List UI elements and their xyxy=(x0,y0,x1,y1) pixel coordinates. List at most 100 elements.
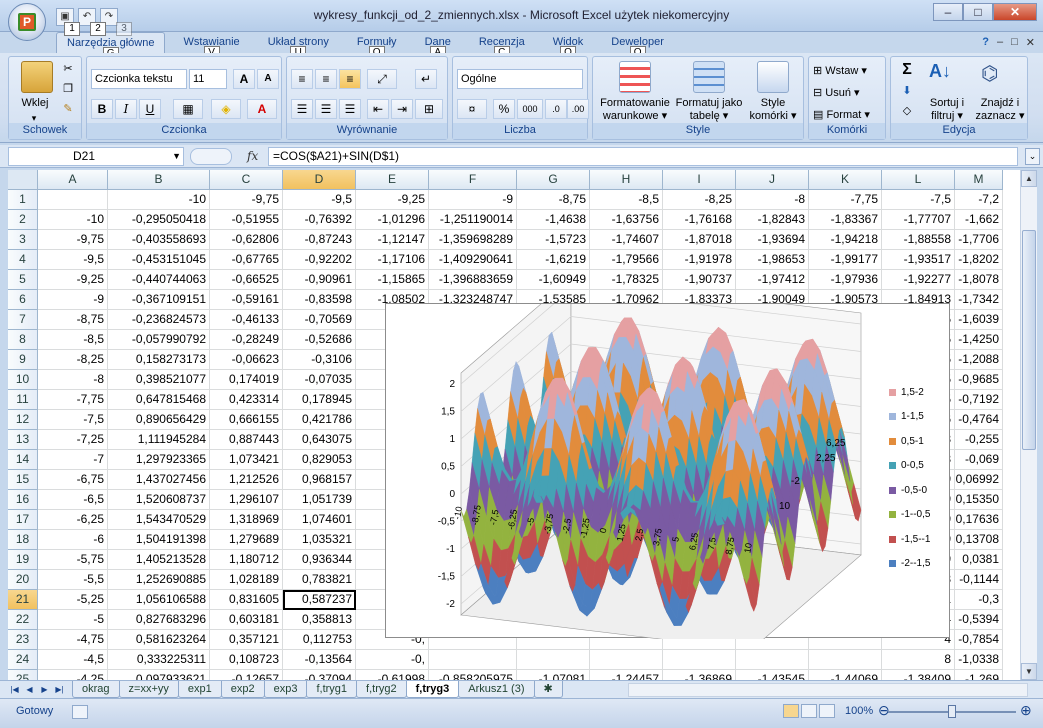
cell-K1[interactable]: -7,75 xyxy=(809,190,882,210)
cell-B22[interactable]: 0,827683296 xyxy=(108,610,210,630)
first-sheet-icon[interactable]: |◀ xyxy=(8,683,21,696)
column-header-C[interactable]: C xyxy=(210,170,283,190)
cell-A9[interactable]: -8,25 xyxy=(38,350,108,370)
page-layout-view-icon[interactable] xyxy=(801,704,817,718)
cell-C11[interactable]: 0,423314 xyxy=(210,390,283,410)
cell-M20[interactable]: -0,1144 xyxy=(955,570,1003,590)
cell-F4[interactable]: -1,409290641 xyxy=(429,250,517,270)
row-header-19[interactable]: 19 xyxy=(8,550,38,570)
cell-D7[interactable]: -0,70569 xyxy=(283,310,356,330)
clear-icon[interactable]: ◇ xyxy=(897,105,917,118)
cell-G2[interactable]: -1,4638 xyxy=(517,210,590,230)
cell-J24[interactable] xyxy=(736,650,809,670)
row-header-6[interactable]: 6 xyxy=(8,290,38,310)
cell-M9[interactable]: -1,2088 xyxy=(955,350,1003,370)
cell-B18[interactable]: 1,504191398 xyxy=(108,530,210,550)
cell-E25[interactable]: -0,61998 xyxy=(356,670,429,680)
cell-D8[interactable]: -0,52686 xyxy=(283,330,356,350)
format-cells-button[interactable]: ▤ Format ▾ xyxy=(813,109,883,122)
sheet-tab-8[interactable]: Arkusz1 (3) xyxy=(458,681,535,698)
normal-view-icon[interactable] xyxy=(783,704,799,718)
cell-H4[interactable]: -1,79566 xyxy=(590,250,663,270)
row-header-4[interactable]: 4 xyxy=(8,250,38,270)
column-header-K[interactable]: K xyxy=(809,170,882,190)
formula-input[interactable]: =COS($A21)+SIN(D$1) xyxy=(268,147,1018,166)
cell-M14[interactable]: -0,069 xyxy=(955,450,1003,470)
cell-K24[interactable] xyxy=(809,650,882,670)
cell-C17[interactable]: 1,318969 xyxy=(210,510,283,530)
cell-M12[interactable]: -0,4764 xyxy=(955,410,1003,430)
row-header-11[interactable]: 11 xyxy=(8,390,38,410)
page-break-view-icon[interactable] xyxy=(819,704,835,718)
cell-D15[interactable]: 0,968157 xyxy=(283,470,356,490)
cell-G5[interactable]: -1,60949 xyxy=(517,270,590,290)
align-right-icon[interactable]: ☰ xyxy=(339,99,361,119)
cell-D14[interactable]: 0,829053 xyxy=(283,450,356,470)
name-box-dropdown-icon[interactable]: ▼ xyxy=(172,148,181,165)
cell-E5[interactable]: -1,15865 xyxy=(356,270,429,290)
cell-M10[interactable]: -0,9685 xyxy=(955,370,1003,390)
cell-A24[interactable]: -4,5 xyxy=(38,650,108,670)
merge-center-icon[interactable]: ⊞ xyxy=(415,99,443,119)
select-all-corner[interactable] xyxy=(8,170,38,190)
cell-C24[interactable]: 0,108723 xyxy=(210,650,283,670)
cell-D13[interactable]: 0,643075 xyxy=(283,430,356,450)
cell-E3[interactable]: -1,12147 xyxy=(356,230,429,250)
format-as-table-button[interactable]: Formatuj jako tabelę ▾ xyxy=(675,97,743,123)
cell-B1[interactable]: -10 xyxy=(108,190,210,210)
column-header-I[interactable]: I xyxy=(663,170,736,190)
cell-D22[interactable]: 0,358813 xyxy=(283,610,356,630)
scroll-up-icon[interactable]: ▲ xyxy=(1021,170,1037,187)
row-header-15[interactable]: 15 xyxy=(8,470,38,490)
cell-D3[interactable]: -0,87243 xyxy=(283,230,356,250)
cell-F25[interactable]: -0,858205975 xyxy=(429,670,517,680)
increase-indent-icon[interactable]: ⇥ xyxy=(391,99,413,119)
align-left-icon[interactable]: ☰ xyxy=(291,99,313,119)
cell-C16[interactable]: 1,296107 xyxy=(210,490,283,510)
cell-D12[interactable]: 0,421786 xyxy=(283,410,356,430)
cell-E24[interactable]: -0, xyxy=(356,650,429,670)
cell-A18[interactable]: -6 xyxy=(38,530,108,550)
cell-A3[interactable]: -9,75 xyxy=(38,230,108,250)
cell-M23[interactable]: -0,7854 xyxy=(955,630,1003,650)
cell-K25[interactable]: -1,44069 xyxy=(809,670,882,680)
cell-C19[interactable]: 1,180712 xyxy=(210,550,283,570)
sheet-tab-0[interactable]: okrag xyxy=(72,681,120,698)
vertical-scrollbar[interactable]: ▲ ▼ xyxy=(1020,170,1037,680)
cell-A2[interactable]: -10 xyxy=(38,210,108,230)
horizontal-scrollbar[interactable] xyxy=(628,683,1028,697)
cell-A16[interactable]: -6,5 xyxy=(38,490,108,510)
cell-M24[interactable]: -1,0338 xyxy=(955,650,1003,670)
cell-C25[interactable]: -0,12657 xyxy=(210,670,283,680)
row-header-12[interactable]: 12 xyxy=(8,410,38,430)
cell-styles-button[interactable]: Style komórki ▾ xyxy=(745,97,801,123)
zoom-in-icon[interactable]: ⊕ xyxy=(1020,702,1032,719)
row-header-2[interactable]: 2 xyxy=(8,210,38,230)
insert-cells-button[interactable]: ⊞ Wstaw ▾ xyxy=(813,65,883,78)
cell-B14[interactable]: 1,297923365 xyxy=(108,450,210,470)
cell-B15[interactable]: 1,437027456 xyxy=(108,470,210,490)
column-header-L[interactable]: L xyxy=(882,170,955,190)
cell-G4[interactable]: -1,6219 xyxy=(517,250,590,270)
cell-J25[interactable]: -1,43545 xyxy=(736,670,809,680)
cell-F24[interactable] xyxy=(429,650,517,670)
column-header-D[interactable]: D xyxy=(283,170,356,190)
sheet-tab-2[interactable]: exp1 xyxy=(177,681,222,698)
row-header-5[interactable]: 5 xyxy=(8,270,38,290)
cell-C20[interactable]: 1,028189 xyxy=(210,570,283,590)
font-name-select[interactable]: Czcionka tekstu xyxy=(91,69,187,89)
column-header-M[interactable]: M xyxy=(955,170,1003,190)
cell-M17[interactable]: 0,17636 xyxy=(955,510,1003,530)
row-header-9[interactable]: 9 xyxy=(8,350,38,370)
cell-A25[interactable]: -4,25 xyxy=(38,670,108,680)
fill-color-icon[interactable]: ◈ xyxy=(211,99,241,119)
fill-icon[interactable]: ⬇ xyxy=(897,85,917,98)
prev-sheet-icon[interactable]: ◀ xyxy=(23,683,36,696)
cell-I5[interactable]: -1,90737 xyxy=(663,270,736,290)
cell-A23[interactable]: -4,75 xyxy=(38,630,108,650)
cell-M6[interactable]: -1,7342 xyxy=(955,290,1003,310)
borders-icon[interactable]: ▦ xyxy=(173,99,203,119)
cell-E4[interactable]: -1,17106 xyxy=(356,250,429,270)
cell-C1[interactable]: -9,75 xyxy=(210,190,283,210)
cell-D6[interactable]: -0,83598 xyxy=(283,290,356,310)
